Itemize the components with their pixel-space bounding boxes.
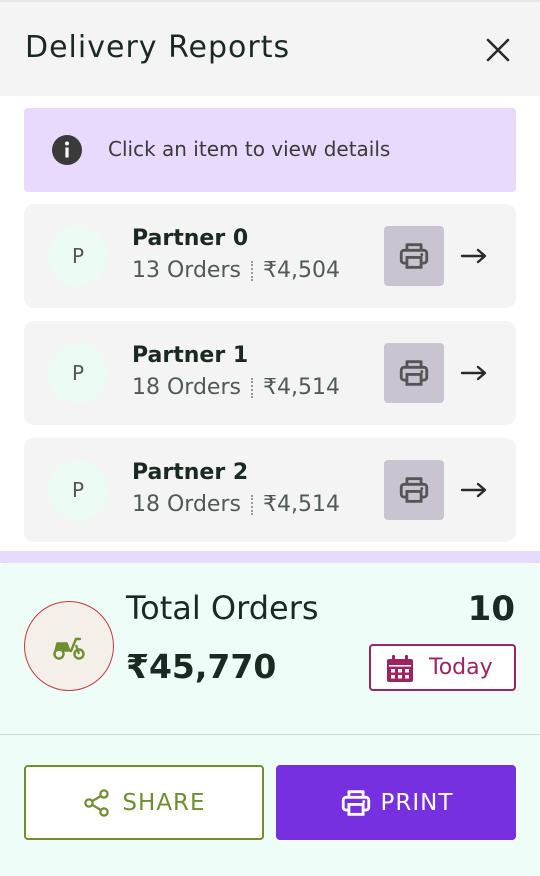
calendar-icon xyxy=(387,655,413,682)
partner-card[interactable]: P Partner 0 13 Orders ₹4,504 xyxy=(24,204,516,308)
printer-icon xyxy=(399,477,429,503)
print-partner-button[interactable] xyxy=(384,343,444,403)
order-count: 18 Orders xyxy=(132,492,241,517)
partner-meta: 18 Orders ₹4,514 xyxy=(132,375,340,400)
arrow-right-icon[interactable] xyxy=(460,361,488,385)
header: Delivery Reports xyxy=(0,0,540,96)
summary-panel: Total Orders 10 ₹45,770 Today xyxy=(0,563,540,735)
partner-card[interactable]: P Partner 1 18 Orders ₹4,514 xyxy=(24,321,516,425)
info-icon xyxy=(52,135,82,165)
print-label: PRINT xyxy=(380,789,454,816)
print-button[interactable]: PRINT xyxy=(276,765,516,840)
divider xyxy=(250,260,253,281)
print-partner-button[interactable] xyxy=(384,226,444,286)
partner-card[interactable]: P Partner 2 18 Orders ₹4,514 xyxy=(24,438,516,542)
printer-icon xyxy=(341,789,370,816)
date-filter-button[interactable]: Today xyxy=(369,644,516,691)
order-count: 18 Orders xyxy=(132,375,241,400)
printer-icon xyxy=(399,243,429,269)
avatar: P xyxy=(48,343,108,403)
avatar: P xyxy=(48,460,108,520)
divider xyxy=(250,494,253,515)
share-button[interactable]: SHARE xyxy=(24,765,264,840)
order-amount: ₹4,514 xyxy=(262,375,340,400)
section-divider xyxy=(0,551,540,563)
total-orders-label: Total Orders xyxy=(126,589,319,627)
order-count: 13 Orders xyxy=(132,258,241,283)
order-amount: ₹4,514 xyxy=(262,492,340,517)
scooter-icon xyxy=(53,637,85,660)
page-title: Delivery Reports xyxy=(25,30,291,65)
divider xyxy=(250,377,253,398)
date-filter-label: Today xyxy=(429,655,493,680)
avatar: P xyxy=(48,226,108,286)
print-partner-button[interactable] xyxy=(384,460,444,520)
arrow-right-icon[interactable] xyxy=(460,244,488,268)
arrow-right-icon[interactable] xyxy=(460,478,488,502)
partner-meta: 13 Orders ₹4,504 xyxy=(132,258,340,283)
close-icon[interactable] xyxy=(482,34,514,66)
total-amount: ₹45,770 xyxy=(126,647,277,686)
partner-meta: 18 Orders ₹4,514 xyxy=(132,492,340,517)
delivery-reports-screen: Delivery Reports Click an item to view d… xyxy=(0,0,540,876)
order-amount: ₹4,504 xyxy=(262,258,340,283)
info-banner: Click an item to view details xyxy=(24,108,516,192)
printer-icon xyxy=(399,360,429,386)
action-bar: SHARE PRINT xyxy=(0,735,540,876)
total-orders-count: 10 xyxy=(467,589,515,629)
scooter-icon-badge xyxy=(24,601,114,691)
info-text: Click an item to view details xyxy=(108,137,391,161)
partner-name: Partner 0 xyxy=(132,226,249,251)
partner-name: Partner 2 xyxy=(132,460,249,485)
share-icon xyxy=(84,788,110,817)
share-label: SHARE xyxy=(122,789,206,816)
partner-name: Partner 1 xyxy=(132,343,249,368)
